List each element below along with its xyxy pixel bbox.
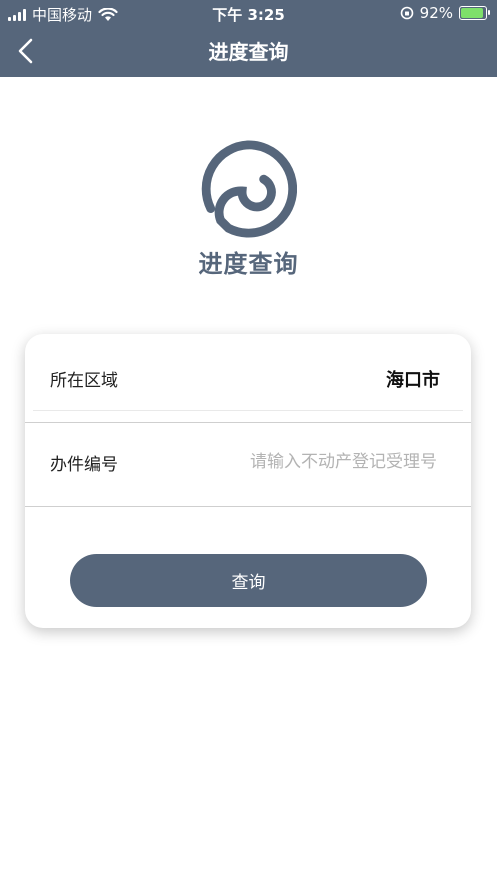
brand-title: 进度查询 (198, 250, 299, 278)
battery-percent: 92% (419, 4, 453, 22)
status-bar: 中国移动 下午 3:25 92% (0, 0, 497, 26)
battery-icon (459, 6, 490, 20)
nav-bar: 进度查询 (0, 26, 497, 77)
page-title: 进度查询 (208, 40, 289, 64)
case-number-label: 办件编号 (50, 455, 118, 475)
status-right: 92% (400, 4, 490, 22)
divider (25, 506, 471, 507)
spiral-logo-icon (201, 140, 297, 238)
divider (33, 410, 463, 411)
query-button[interactable]: 查询 (70, 554, 427, 607)
case-number-input[interactable] (205, 439, 439, 485)
orientation-lock-icon (400, 6, 413, 20)
region-label: 所在区域 (50, 371, 118, 391)
query-form-card: 所在区域 海口市 办件编号 查询 (25, 334, 471, 628)
divider (25, 422, 471, 423)
region-value[interactable]: 海口市 (386, 366, 440, 392)
